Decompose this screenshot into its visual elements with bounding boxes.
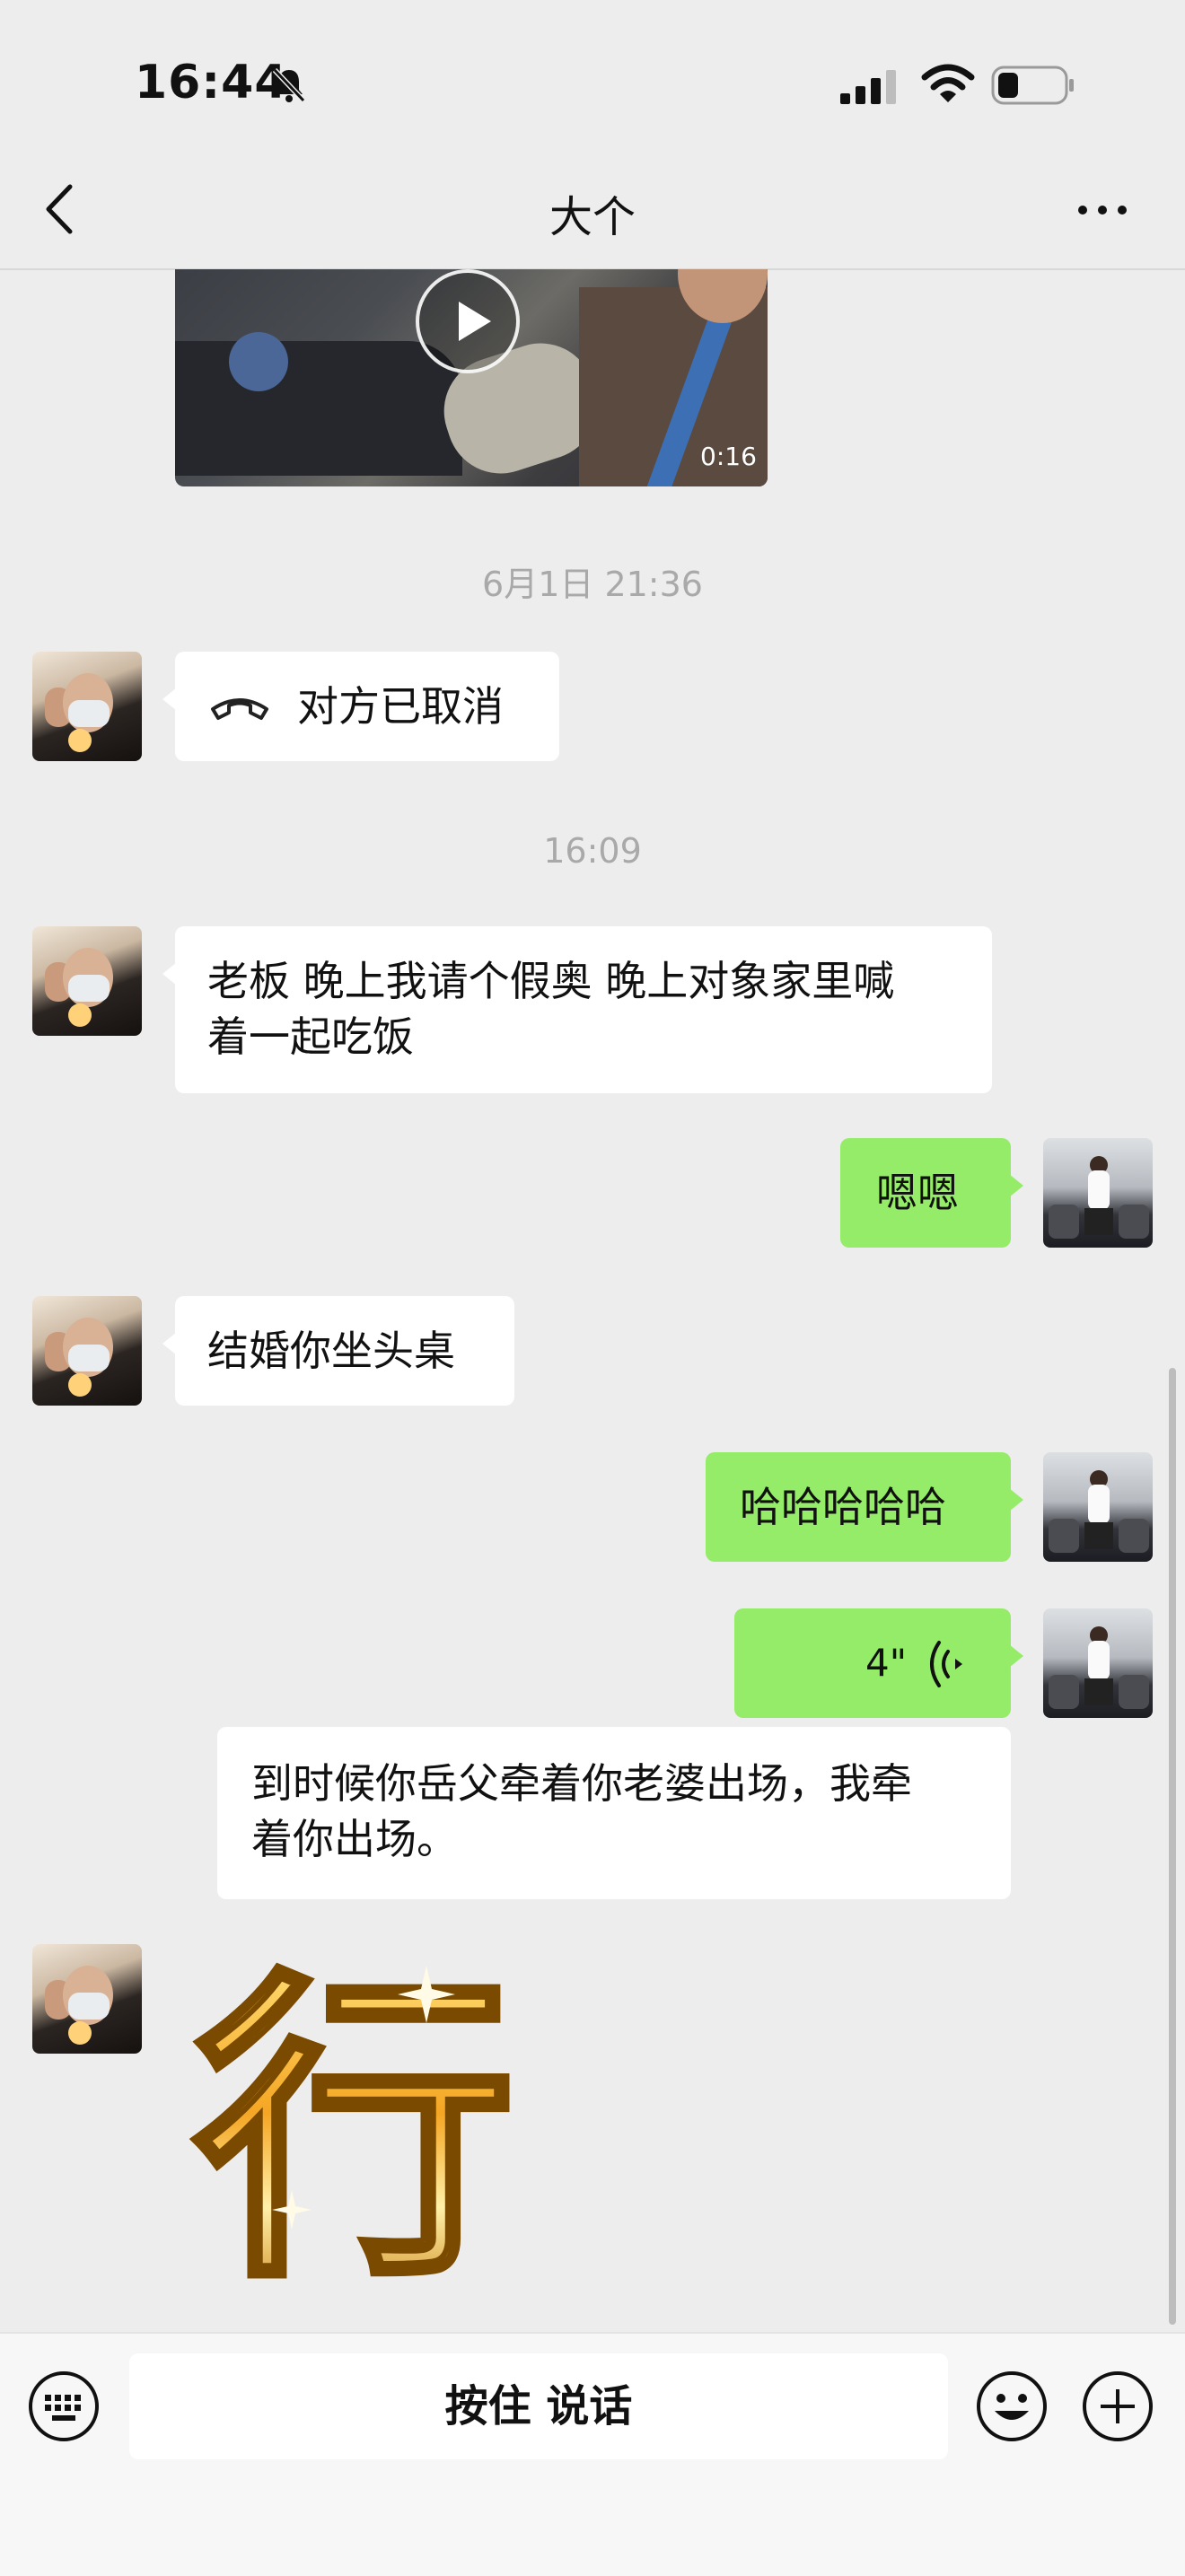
message-text: 结婚你坐头桌 (207, 1327, 455, 1375)
message-text: 嗯嗯 (876, 1169, 959, 1217)
voice-length: 4" (865, 1641, 908, 1685)
message-bubble[interactable]: 结婚你坐头桌 (162, 1296, 514, 1406)
play-icon[interactable] (416, 269, 520, 373)
call-cancelled-bubble[interactable]: 对方已取消 (162, 652, 559, 761)
signal-icon (840, 70, 896, 104)
message-text-line: 到时候你岳父牵着你老婆出场，我牵 (251, 1759, 912, 1808)
call-status-text: 对方已取消 (297, 682, 504, 731)
more-ellipsis-icon[interactable] (1074, 192, 1131, 228)
status-time: 16:44 (135, 56, 288, 110)
voice-transcription[interactable]: 到时候你岳父牵着你老婆出场，我牵 着你出场。 (217, 1727, 1011, 1899)
message-text-line: 着你出场。 (251, 1815, 458, 1863)
avatar-contact[interactable] (32, 1296, 142, 1406)
avatar-contact[interactable] (32, 652, 142, 761)
avatar-contact[interactable] (32, 1944, 142, 2054)
message-text-line: 老板 晚上我请个假奥 晚上对象家里喊 (207, 957, 895, 1005)
avatar-self[interactable] (1043, 1138, 1153, 1248)
phone-hangup-icon (211, 698, 268, 720)
battery-icon (991, 66, 1074, 105)
bell-muted-icon (272, 67, 306, 103)
sticker-gold-text[interactable]: 行 (184, 1948, 525, 2289)
message-bubble-sent[interactable]: 哈哈哈哈哈 (706, 1452, 1023, 1562)
chat-title: 大个 (549, 192, 636, 242)
voice-wave-icon (930, 1641, 962, 1687)
avatar-contact[interactable] (32, 926, 142, 1036)
voice-message-bubble[interactable]: 4" (734, 1608, 1023, 1718)
video-duration: 0:16 (700, 442, 757, 471)
avatar-self[interactable] (1043, 1608, 1153, 1718)
timestamp: 16:09 (543, 831, 642, 871)
wifi-icon (921, 64, 975, 102)
message-text: 哈哈哈哈哈 (740, 1483, 946, 1531)
keyboard-icon[interactable] (27, 2370, 101, 2443)
message-bubble[interactable]: 老板 晚上我请个假奥 晚上对象家里喊 着一起吃饭 (162, 926, 992, 1093)
avatar-self[interactable] (1043, 1452, 1153, 1562)
emoji-icon[interactable] (975, 2370, 1049, 2443)
plus-icon[interactable] (1081, 2370, 1154, 2443)
video-message[interactable]: 0:16 (175, 269, 768, 486)
message-bubble-sent[interactable]: 嗯嗯 (840, 1138, 1023, 1248)
message-text-line: 着一起吃饭 (207, 1012, 414, 1061)
hold-to-talk-button[interactable]: 按住 说话 (129, 2353, 948, 2459)
sticker-character: 行 (193, 1948, 516, 2289)
scrollbar[interactable] (1169, 1368, 1176, 2325)
timestamp: 6月1日 21:36 (482, 565, 703, 604)
